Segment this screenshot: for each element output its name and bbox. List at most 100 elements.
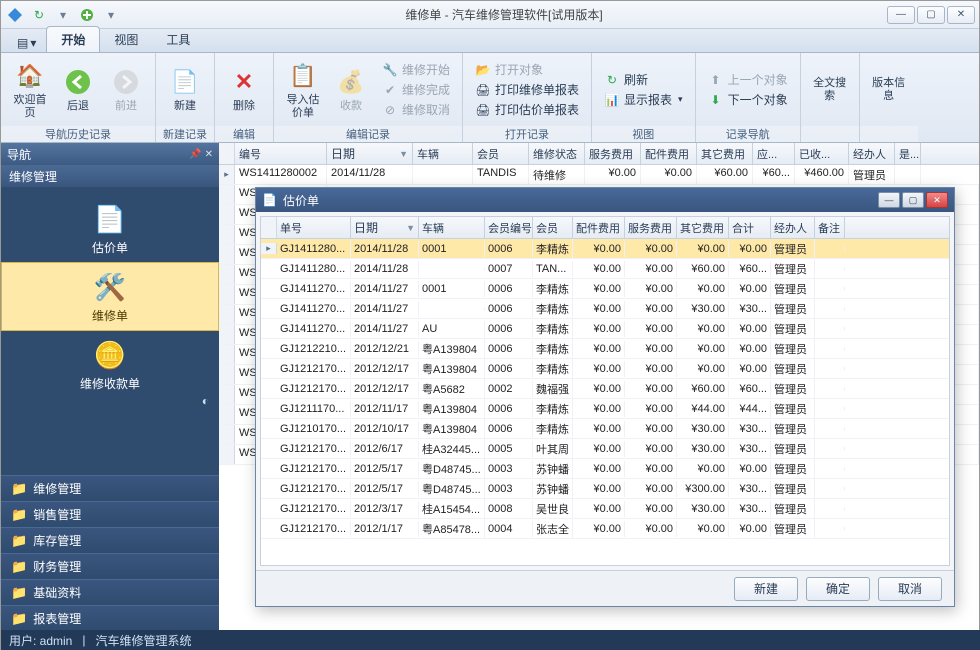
sidebar-folder[interactable]: 📁销售管理 [1, 501, 219, 527]
print-icon: 🖨 [475, 102, 491, 118]
dialog-ok-button[interactable]: 确定 [806, 577, 870, 601]
table-row[interactable]: GJ1411270...2014/11/2700010006李精炼¥0.00¥0… [261, 279, 949, 299]
dialog-title: 估价单 [283, 192, 872, 209]
sidebar-folder[interactable]: 📁财务管理 [1, 553, 219, 579]
print-repair-button[interactable]: 🖨打印维修单报表 [471, 80, 583, 99]
col-id[interactable]: 编号 [235, 143, 327, 164]
sidebar-item-payment[interactable]: 🪙维修收款单 [1, 331, 219, 398]
col-other[interactable]: 其它费用 [697, 143, 753, 164]
dialog-minimize[interactable]: — [878, 192, 900, 208]
print-estimate-button[interactable]: 🖨打印估价单报表 [471, 100, 583, 119]
group-nav-history: 导航历史记录 [1, 126, 155, 142]
maximize-button[interactable]: ▢ [917, 6, 945, 24]
dcol-svc[interactable]: 服务费用 [625, 217, 677, 238]
group-record-nav: 记录导航 [696, 126, 800, 142]
wrench-icon: 🔧 [382, 62, 398, 78]
table-row[interactable]: GJ1212170...2012/12/17粤A56820002魏福强¥0.00… [261, 379, 949, 399]
dialog-cancel-button[interactable]: 取消 [878, 577, 942, 601]
qat-dropdown-icon[interactable]: ▾ [53, 5, 73, 25]
forward-icon [110, 66, 142, 98]
next-object-button[interactable]: ⬇下一个对象 [704, 90, 792, 109]
col-paid[interactable]: 已收... [795, 143, 849, 164]
title-bar: ↻ ▾ ▾ 维修单 - 汽车维修管理软件[试用版本] — ▢ ✕ [1, 1, 979, 29]
table-row[interactable]: GJ1212210...2012/12/21粤A1398040006李精炼¥0.… [261, 339, 949, 359]
qat-refresh-icon[interactable]: ↻ [29, 5, 49, 25]
table-row[interactable]: GJ1212170...2012/5/17粤D48745...0003苏钟蟠¥0… [261, 459, 949, 479]
tab-view[interactable]: 视图 [100, 27, 152, 52]
dcol-part[interactable]: 配件费用 [573, 217, 625, 238]
prev-object-button: ⬆上一个对象 [704, 70, 792, 89]
back-button[interactable]: 后退 [55, 64, 101, 114]
dcol-no[interactable]: 单号 [277, 217, 351, 238]
table-row[interactable]: GJ1212170...2012/1/17粤A85478...0004张志全¥0… [261, 519, 949, 539]
dcol-other[interactable]: 其它费用 [677, 217, 729, 238]
col-svc[interactable]: 服务费用 [585, 143, 641, 164]
collapse-icon[interactable]: ◐ [202, 394, 209, 408]
delete-button[interactable]: ✕删除 [221, 64, 267, 114]
cancel-icon: ⊘ [382, 102, 398, 118]
sidebar-item-estimate[interactable]: 📄估价单 [1, 195, 219, 262]
sidebar-folder[interactable]: 📁基础资料 [1, 579, 219, 605]
table-row[interactable]: ▸WS14112800022014/11/28TANDIS待维修¥0.00¥0.… [219, 165, 979, 185]
dcol-mem[interactable]: 会员 [533, 217, 573, 238]
qat-dropdown2-icon[interactable]: ▾ [101, 5, 121, 25]
group-open-record: 打开记录 [463, 126, 591, 142]
table-row[interactable]: GJ1411270...2014/11/27AU0006李精炼¥0.00¥0.0… [261, 319, 949, 339]
table-row[interactable]: GJ1212170...2012/3/17桂A15454...0008吴世良¥0… [261, 499, 949, 519]
home-button[interactable]: 🏠欢迎首页 [7, 58, 53, 120]
dcol-date[interactable]: 日期▼ [351, 217, 419, 238]
table-row[interactable]: GJ1211170...2012/11/17粤A1398040006李精炼¥0.… [261, 399, 949, 419]
col-date[interactable]: 日期▼ [327, 143, 413, 164]
show-report-button[interactable]: 📊显示报表▾ [600, 90, 687, 109]
col-due[interactable]: 应... [753, 143, 795, 164]
pin-icon[interactable]: 📌 ✕ [189, 149, 213, 160]
table-row[interactable]: GJ1411270...2014/11/270006李精炼¥0.00¥0.00¥… [261, 299, 949, 319]
sidebar-folder[interactable]: 📁维修管理 [1, 475, 219, 501]
estimate-icon: 📄 [92, 201, 128, 237]
back-icon [62, 66, 94, 98]
tab-tools[interactable]: 工具 [152, 27, 204, 52]
col-operator[interactable]: 经办人 [849, 143, 895, 164]
import-estimate-button[interactable]: 📋导入估价单 [280, 58, 326, 120]
close-button[interactable]: ✕ [947, 6, 975, 24]
col-part[interactable]: 配件费用 [641, 143, 697, 164]
dcol-op[interactable]: 经办人 [771, 217, 815, 238]
dialog-titlebar[interactable]: 📄 估价单 — ▢ ✕ [256, 188, 954, 212]
dcol-note[interactable]: 备注 [815, 217, 845, 238]
estimate-dialog: 📄 估价单 — ▢ ✕ 单号 日期▼ 车辆 会员编号 会员 配件费用 服务费用 [255, 187, 955, 607]
minimize-button[interactable]: — [887, 6, 915, 24]
dcol-memno[interactable]: 会员编号 [485, 217, 533, 238]
tab-start[interactable]: 开始 [46, 26, 100, 52]
table-row[interactable]: GJ1212170...2012/5/17粤D48745...0003苏钟蟠¥0… [261, 479, 949, 499]
table-row[interactable]: GJ1212170...2012/6/17桂A32445...0005叶其周¥0… [261, 439, 949, 459]
chevron-down-icon: ▾ [678, 94, 683, 105]
sidebar-folder[interactable]: 📁报表管理 [1, 605, 219, 631]
dialog-new-button[interactable]: 新建 [734, 577, 798, 601]
import-icon: 📋 [287, 60, 319, 92]
dcol-vehicle[interactable]: 车辆 [419, 217, 485, 238]
qat-add-icon[interactable] [77, 5, 97, 25]
refresh-button[interactable]: ↻刷新 [600, 70, 687, 89]
sidebar-section[interactable]: 维修管理 [1, 165, 219, 187]
repair-cancel-button: ⊘维修取消 [378, 100, 454, 119]
sidebar-folder[interactable]: 📁库存管理 [1, 527, 219, 553]
fulltext-search-button[interactable]: 全文搜索 [807, 75, 853, 103]
col-member[interactable]: 会员 [473, 143, 529, 164]
new-button[interactable]: 📄新建 [162, 64, 208, 114]
dialog-maximize[interactable]: ▢ [902, 192, 924, 208]
table-row[interactable]: GJ1411280...2014/11/280007TAN...¥0.00¥0.… [261, 259, 949, 279]
dcol-total[interactable]: 合计 [729, 217, 771, 238]
app-menu[interactable]: ▤▾ [7, 34, 46, 52]
group-view: 视图 [592, 126, 695, 142]
table-row[interactable]: ▸GJ1411280...2014/11/2800010006李精炼¥0.00¥… [261, 239, 949, 259]
col-status[interactable]: 维修状态 [529, 143, 585, 164]
dialog-close[interactable]: ✕ [926, 192, 948, 208]
table-row[interactable]: GJ1210170...2012/10/17粤A1398040006李精炼¥0.… [261, 419, 949, 439]
app-icon[interactable] [5, 5, 25, 25]
sidebar-item-repair[interactable]: 🛠️维修单 [1, 262, 219, 331]
version-info-button[interactable]: 版本信息 [866, 75, 912, 103]
table-row[interactable]: GJ1212170...2012/12/17粤A1398040006李精炼¥0.… [261, 359, 949, 379]
col-is[interactable]: 是... [895, 143, 921, 164]
col-vehicle[interactable]: 车辆 [413, 143, 473, 164]
folder-icon: 📁 [11, 481, 27, 497]
